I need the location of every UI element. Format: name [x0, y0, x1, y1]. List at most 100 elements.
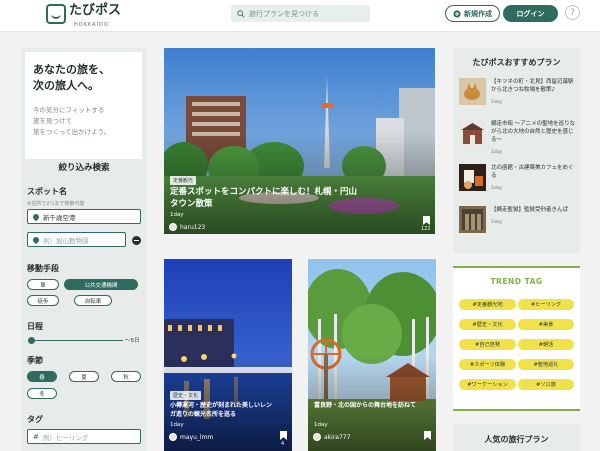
recommend-item-prison[interactable]: 【網走監獄】監獄受刑者きんぱ 1day — [459, 206, 576, 234]
logo-text: たびポス — [69, 3, 122, 18]
recommend-panel: たびポスおすすめプラン 【キツネの町・北見】西留辺蘂駅から北きつね牧場を散策♪ … — [453, 48, 580, 253]
tag-label: タグ — [27, 415, 43, 424]
trend-tag-panel: TREND TAG #定番観光地 #ヒーリング #歴史・文化 #美食 #自己啓発… — [453, 266, 580, 411]
filter-heading: 絞り込み検索 — [58, 163, 110, 173]
transport-car-chip[interactable]: 車 — [27, 279, 59, 290]
spot-field-2[interactable]: 例）旭山動物園 — [27, 232, 126, 247]
recommend-item-prison-text: 【網走監獄】監獄受刑者きんぱ — [491, 207, 569, 213]
days-label: 日程 — [27, 322, 43, 331]
otaru-user[interactable]: mayu_lmm — [169, 433, 213, 441]
recommend-item-prison-days: 1day — [491, 220, 503, 225]
transport-bicycle-chip[interactable]: 自転車 — [74, 295, 112, 306]
tag-placeholder: 例）ヒーリング — [42, 433, 89, 442]
transport-label: 移動手段 — [27, 264, 59, 273]
otaru-days: 1day — [170, 422, 184, 428]
recommend-item-kitami[interactable]: 【キツネの町・北見】西留辺蘂駅から北きつね牧場を散策♪ 1day — [459, 78, 576, 106]
trend-tag-5[interactable]: #自己啓発 — [459, 339, 516, 350]
featured-title-line2: タウン散策 — [170, 199, 213, 209]
plus-circle-icon — [453, 9, 461, 18]
help-icon[interactable]: ? — [565, 5, 580, 20]
search-placeholder: 旅行プランを見つける — [249, 9, 319, 18]
logo-icon — [46, 4, 66, 24]
filter-sidebar: あなたの旅を、 次の旅人へ。 今の気分にフィットする 旅を見つけて 旅をつくって… — [21, 48, 147, 451]
login-button[interactable]: ログイン — [503, 5, 558, 22]
featured-user[interactable]: haru123 — [169, 223, 205, 231]
trend-tag-8[interactable]: #聖地巡礼 — [518, 359, 574, 370]
recommend-item-kitami-text: 【キツネの町・北見】西留辺蘂駅から北きつね牧場を散策♪ — [491, 79, 574, 93]
featured-plan-card[interactable]: 定番観光 定番スポットをコンパクトに楽しむ！札幌・円山 タウン散策 1day h… — [164, 48, 435, 234]
trend-tag-6[interactable]: #朝活 — [518, 339, 574, 350]
logo-subtext: HOKKAIDO — [74, 22, 109, 28]
days-slider-handle[interactable] — [28, 337, 35, 344]
trend-tag-4[interactable]: #美食 — [518, 319, 574, 330]
avatar — [169, 223, 177, 231]
recommend-item-abashiri-text: 網走市街 〜アニメの聖地を巡りながら北の大地の自然と歴史を感じる〜 — [491, 121, 576, 143]
recommend-title: たびポスおすすめプラン — [472, 58, 561, 67]
trend-tag-10[interactable]: #ソロ旅 — [518, 379, 574, 390]
spot-label: スポット名 — [27, 187, 67, 196]
intro-body-line2: 旅を見つけて — [33, 117, 72, 125]
trend-tag-7[interactable]: #スポーツ体験 — [459, 359, 516, 370]
season-winter-chip[interactable]: 冬 — [27, 388, 57, 399]
spot-field-1-value: 新千歳空港 — [43, 213, 76, 222]
transport-walk-chip[interactable]: 徒歩 — [27, 295, 59, 306]
new-plan-label: 新規作成 — [464, 9, 492, 18]
intro-title-line1: あなたの旅を、 — [33, 63, 110, 76]
search-icon — [237, 9, 245, 18]
trend-tag-3[interactable]: #歴史・文化 — [459, 319, 516, 330]
featured-title-line1: 定番スポットをコンパクトに楽しむ！札幌・円山 — [170, 187, 358, 197]
intro-box: あなたの旅を、 次の旅人へ。 今の気分にフィットする 旅を見つけて 旅をつくって… — [25, 52, 142, 159]
tag-input[interactable]: # 例）ヒーリング — [27, 429, 141, 444]
search-input[interactable]: 旅行プランを見つける — [231, 5, 370, 22]
season-autumn-chip[interactable]: 秋 — [111, 371, 141, 382]
intro-body-line1: 今の気分にフィットする — [33, 106, 105, 114]
spot-field-1[interactable]: 新千歳空港 — [27, 209, 141, 224]
featured-badge: 定番観光 — [170, 176, 197, 185]
popular-title: 人気の旅行プラン — [484, 435, 549, 444]
season-summer-chip[interactable]: 夏 — [69, 371, 99, 382]
trend-top-rule — [453, 266, 580, 268]
trend-tag-9[interactable]: #ワーケーション — [459, 379, 516, 390]
hakodate-thumbnail — [459, 164, 486, 191]
recommend-item-hakodate-text: 北の函館・古建築美カフェをめぐる — [491, 165, 574, 179]
top-header: たびポス HOKKAIDO 旅行プランを見つける 新規作成 ログイン ? — [0, 0, 600, 32]
trend-title: TREND TAG — [490, 277, 543, 286]
transport-public-chip[interactable]: 公共交通機関 — [64, 279, 138, 290]
season-spring-chip[interactable]: 春 — [27, 371, 57, 382]
featured-days: 1day — [170, 212, 184, 218]
remove-spot-icon[interactable] — [132, 236, 141, 245]
trend-tag-1[interactable]: #定番観光地 — [459, 299, 516, 310]
furano-days: 1day — [314, 422, 328, 428]
new-plan-button[interactable]: 新規作成 — [445, 5, 500, 22]
plan-card-otaru[interactable]: 歴史・文化 小樽運河・歴史が刻まれた美しいレン ガ造りの観光名所を巡る 1day… — [164, 259, 292, 451]
furano-user[interactable]: akira777 — [313, 433, 350, 441]
intro-body-line3: 旅をつくって出かけよう。 — [33, 128, 111, 136]
featured-bookmark-count: 122 — [421, 226, 431, 232]
season-label: 季節 — [27, 356, 43, 365]
otaru-username: mayu_lmm — [180, 433, 214, 441]
trend-bottom-rule — [453, 409, 580, 411]
furano-username: akira777 — [324, 433, 351, 441]
otaru-badge: 歴史・文化 — [170, 391, 202, 400]
map-pin-icon — [31, 212, 41, 221]
otaru-title-line1: 小樽運河・歴史が刻まれた美しいレン — [170, 402, 273, 409]
recommend-item-abashiri[interactable]: 網走市街 〜アニメの聖地を巡りながら北の大地の自然と歴史を感じる〜 1day — [459, 120, 576, 155]
otaru-bookmark-count: 4 — [281, 441, 285, 447]
trend-tag-2[interactable]: #ヒーリング — [518, 299, 574, 310]
featured-username: haru123 — [180, 223, 206, 231]
map-pin-icon — [31, 235, 41, 244]
otaru-title-line2: ガ造りの観光名所を巡る — [170, 411, 237, 418]
hash-icon: # — [33, 432, 39, 441]
recommend-item-abashiri-days: 1day — [491, 150, 503, 155]
recommend-item-hakodate[interactable]: 北の函館・古建築美カフェをめぐる 1day — [459, 164, 576, 192]
recommend-item-kitami-days: 1day — [491, 100, 503, 105]
kitami-thumbnail — [459, 78, 486, 105]
prison-thumbnail — [459, 206, 486, 233]
logo[interactable]: たびポス HOKKAIDO — [46, 3, 122, 28]
abashiri-thumbnail — [459, 120, 486, 147]
furano-title-line1: 富良野・北の国からの舞台地を訪ねて — [314, 402, 417, 409]
spot-note: ※住所で2つまで検索可能 — [27, 201, 85, 207]
days-max-label: 〜5日 — [125, 338, 140, 344]
avatar — [169, 433, 177, 441]
plan-card-furano[interactable]: 富良野・北の国からの舞台地を訪ねて 1day akira777 — [308, 259, 436, 451]
